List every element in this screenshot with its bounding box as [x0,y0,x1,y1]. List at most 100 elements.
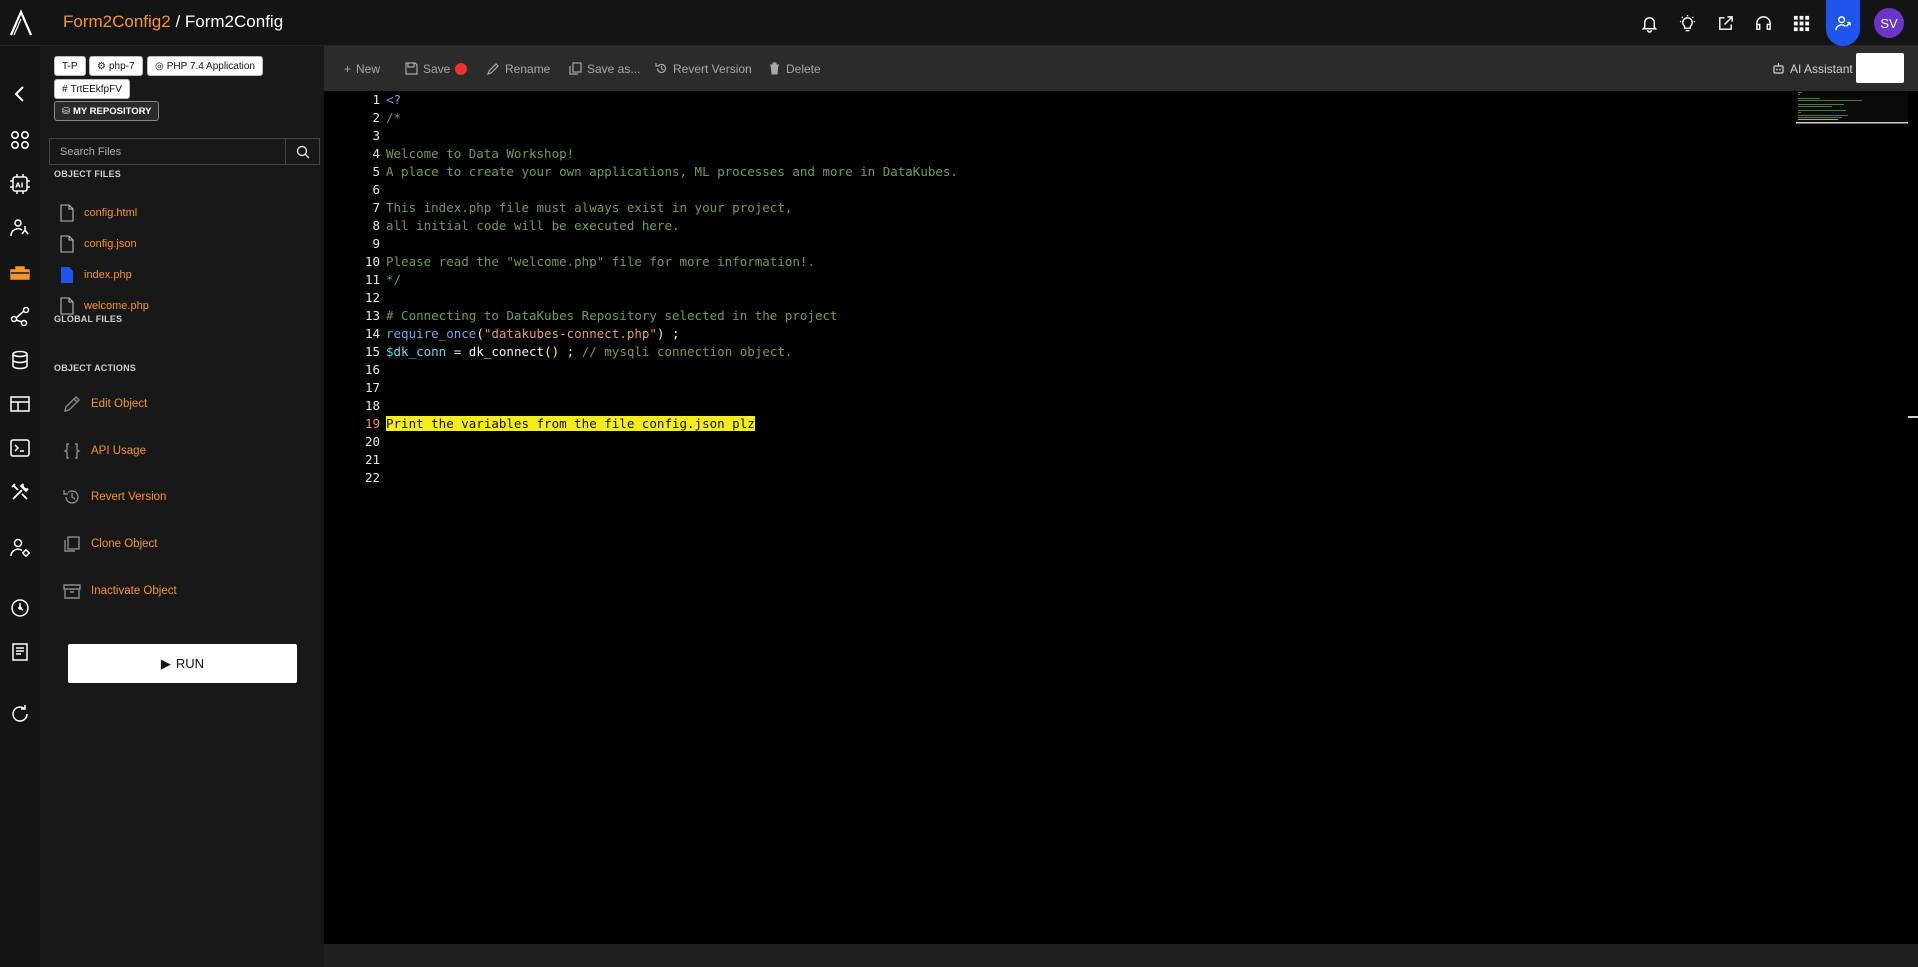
rename-label: Rename [505,61,551,76]
bell-icon[interactable] [1630,0,1668,46]
line-number: 16 [364,362,380,377]
code-editor[interactable]: 1 2 3 4 5 6 7 8 9 10 11 12 13 14 15 16 1… [324,91,1918,944]
breadcrumb-object: Form2Config [184,12,284,31]
share-icon[interactable] [1706,0,1744,46]
line-number-active: 19 [364,416,380,431]
line-number: 12 [364,290,380,305]
book-icon[interactable] [6,638,34,666]
file-name: welcome.php [84,300,149,312]
tools-icon[interactable] [6,478,34,506]
api-usage-action[interactable]: API Usage [62,439,146,463]
delete-button[interactable]: Delete [768,46,821,91]
play-icon: ▶ [160,655,171,671]
dashboard-icon[interactable] [6,594,34,622]
code-token-variable: $dk_conn [386,344,447,359]
braces-icon [63,443,81,459]
tag-object-id[interactable]: # TrtEEkfpFV [54,79,130,99]
left-rail: AI [0,46,40,967]
line-number: 4 [372,146,380,161]
file-name: config.html [84,207,138,219]
top-bar: Form2Config2 / Form2Config SV [0,0,1918,46]
code-minimap[interactable] [1796,91,1908,131]
line-number: 1 [372,92,380,107]
tag-application-type[interactable]: ◎ PHP 7.4 Application [147,56,263,76]
code-line-2: /* [386,110,402,125]
code-line-14: require_once("datakubes-connect.php") ; [386,326,680,341]
app-logo-icon[interactable] [8,8,34,38]
lightbulb-icon[interactable] [1668,0,1706,46]
revert-version-button[interactable]: Revert Version [655,46,752,91]
search-icon [296,145,309,158]
repository-button[interactable]: ⛁ MY REPOSITORY [54,101,160,121]
file-name: config.json [84,238,137,250]
breadcrumb: Form2Config2 / Form2Config [63,12,283,32]
object-files-heading: OBJECT FILES [54,169,121,179]
file-item-config-html[interactable]: config.html [60,202,137,224]
code-line-4: Welcome to Data Workshop! [386,146,575,161]
search-button[interactable] [285,139,319,164]
svg-text:AI: AI [15,182,23,190]
code-line-5: A place to create your own applications,… [386,164,958,179]
line-number: 10 [364,254,380,269]
ai-assistant-button[interactable]: AI Assistant [1772,46,1853,91]
new-button[interactable]: + New [344,46,380,91]
sidebar: T-P ⚙ php-7 ◎ PHP 7.4 Application # TrtEEkf… [40,46,324,967]
rename-button[interactable]: Rename [487,46,550,91]
database-small-icon: ⛁ [62,105,70,117]
scrollbar-marker[interactable] [1908,416,1918,418]
modules-icon[interactable] [6,126,34,154]
revert-version-label: Revert Version [673,61,752,76]
table-icon[interactable] [6,390,34,418]
user-network-icon[interactable] [1826,0,1860,46]
avatar[interactable]: SV [1874,8,1904,38]
back-icon[interactable] [6,80,34,108]
code-token-string: "datakubes-connect.php" [483,326,657,341]
search-input[interactable] [50,139,285,164]
file-item-config-json[interactable]: config.json [60,233,137,255]
highlighted-prompt-text: Print the variables from the file config… [386,416,755,431]
file-item-index-php[interactable]: index.php [60,264,132,286]
user-graph-icon[interactable] [6,214,34,242]
editor-toolbar: + New Save Rename Save as... Revert Versi… [324,46,1918,91]
refresh-icon[interactable] [6,700,34,728]
code-line-8: all initial code will be executed here. [386,218,680,233]
toolbox-icon[interactable] [6,258,34,286]
history-icon [655,63,667,74]
circle-info-icon: ◎ [155,60,164,72]
file-icon [60,204,74,222]
terminal-icon[interactable] [6,434,34,462]
copy-icon [569,62,582,75]
robot-icon [1773,63,1784,74]
user-settings-icon[interactable] [6,534,34,562]
tag-tp[interactable]: T-P [54,56,86,76]
revert-version-action[interactable]: Revert Version [62,485,166,509]
inactivate-object-action[interactable]: Inactivate Object [62,579,177,603]
inactivate-object-label: Inactivate Object [91,585,177,597]
plus-icon: + [344,61,352,76]
code-line-15: $dk_conn = dk_connect() ; // mysqli conn… [386,344,792,359]
line-number: 13 [364,308,380,323]
line-number: 2 [372,110,380,125]
code-line-7: This index.php file must always exist in… [386,200,793,215]
ai-chip-icon[interactable]: AI [6,170,34,198]
database-icon[interactable] [6,346,34,374]
apps-grid-icon[interactable] [1782,0,1820,46]
delete-label: Delete [786,61,821,76]
breadcrumb-project[interactable]: Form2Config2 [63,12,171,31]
headset-icon[interactable] [1744,0,1782,46]
tag-php-version[interactable]: ⚙ php-7 [89,56,143,76]
code-line-19: Print the variables from the file config… [386,416,755,431]
save-as-button[interactable]: Save as... [569,46,640,91]
toolbar-action-button[interactable] [1856,53,1904,83]
clone-object-action[interactable]: Clone Object [62,532,157,556]
save-button[interactable]: Save [405,46,468,91]
code-token-comment: // mysqli connection object. [581,344,793,359]
code-line-11: */ [386,272,402,287]
line-number: 20 [364,434,380,449]
network-icon[interactable] [6,302,34,330]
save-as-label: Save as... [587,61,641,76]
code-line-1: <? [386,92,402,107]
run-button[interactable]: ▶ RUN [68,644,297,683]
code-token-semicolon: ; [664,326,680,341]
edit-object-action[interactable]: Edit Object [62,392,147,416]
